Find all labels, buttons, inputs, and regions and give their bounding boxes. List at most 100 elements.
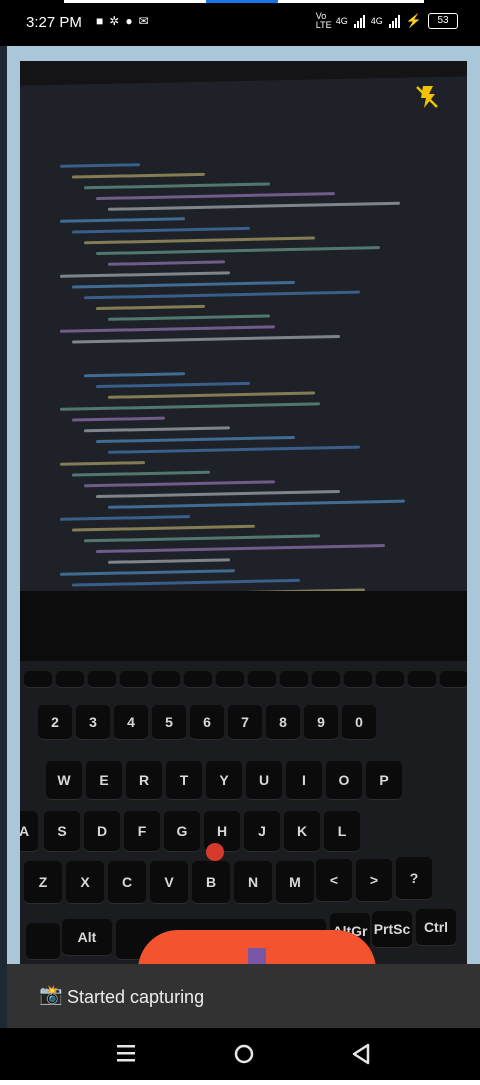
preview-code-line [60,271,230,278]
status-right-icons: Vo LTE 4G 4G ⚡ 53 [316,12,458,30]
preview-key: Z [24,861,62,903]
preview-code-line [72,470,210,477]
battery-icon: 53 [428,13,458,29]
network-label-2: 4G [370,16,383,26]
chat-icon: ● [125,14,139,28]
preview-key: M [276,861,314,903]
preview-key: F [124,811,160,851]
preview-key: PrtSc [372,911,412,947]
preview-code-line [108,314,270,321]
preview-fn-key [280,671,308,687]
preview-key: B [192,861,230,903]
preview-key: I [286,761,322,799]
preview-key: 0 [342,705,376,739]
preview-key: K [284,811,320,851]
camera-flash-icon: 📸 [39,985,63,1006]
preview-code-line [72,334,340,344]
preview-code-line [108,201,400,211]
preview-code-line [108,391,315,399]
preview-key: D [84,811,120,851]
app-edge [0,46,7,1028]
recents-button[interactable] [96,1028,156,1080]
back-button[interactable] [332,1028,392,1080]
preview-code-line [96,192,335,201]
preview-fn-key [120,671,148,687]
preview-code-line [84,236,315,245]
preview-key: < [316,859,352,901]
preview-trackpoint [206,843,224,861]
preview-key: > [356,859,392,901]
preview-key: R [126,761,162,799]
preview-key [26,923,60,959]
preview-code-line [84,182,270,190]
preview-code-line [60,325,275,333]
back-icon [352,1043,370,1065]
home-icon [234,1044,254,1064]
preview-fn-key [88,671,116,687]
video-camera-icon: ■ [96,14,110,28]
status-bar: 3:27 PM ■✲●✉ Vo LTE 4G 4G ⚡ 53 [0,0,480,46]
preview-code-line [108,260,225,266]
preview-key: 2 [38,705,72,739]
preview-code-line [60,515,190,521]
preview-key: C [108,861,146,903]
mail-icon: ✉ [138,14,155,28]
preview-laptop-screen [20,76,467,606]
preview-code-line [84,480,275,488]
preview-key: E [86,761,122,799]
preview-key: 6 [190,705,224,739]
preview-key: U [246,761,282,799]
status-indicator-line-active [206,0,278,3]
preview-fn-key [216,671,244,687]
preview-code-line [72,416,165,422]
status-time: 3:27 PM [26,14,82,31]
preview-code-line [72,172,205,179]
signal-icon [353,14,365,28]
preview-code-line [108,558,230,564]
preview-key: O [326,761,362,799]
preview-code-line [96,435,295,444]
preview-keyboard: 2 3 4 5 6 7 8 9 0 W E R T Y U I O P A S D F G H J K L Z X C V B N M < >? Alt… [20,661,467,965]
preview-key: X [66,861,104,903]
preview-code-line [84,372,185,378]
preview-key: Y [206,761,242,799]
preview-code-line [84,426,230,433]
preview-fn-key [440,671,467,687]
preview-key: A [20,811,38,851]
preview-code-line [84,290,360,300]
preview-code-line [96,304,205,311]
preview-fn-key [152,671,180,687]
preview-code-line [60,569,235,576]
preview-key: Alt [62,919,112,955]
preview-code-line [96,544,385,554]
status-indicator-line [64,0,206,3]
home-button[interactable] [214,1028,274,1080]
preview-fn-key [376,671,404,687]
charging-icon: ⚡ [405,13,422,28]
preview-code-line [84,534,320,543]
settings-icon: ✲ [109,14,126,28]
preview-fn-key [248,671,276,687]
volte-label: Vo LTE [315,11,332,30]
flash-off-icon[interactable] [413,83,441,111]
snackbar: 📸 Started capturing [7,964,480,1028]
preview-key: 8 [266,705,300,739]
preview-key: T [166,761,202,799]
camera-preview[interactable]: 2 3 4 5 6 7 8 9 0 W E R T Y U I O P A S D F G H J K L Z X C V B N M < >? Alt… [20,61,467,965]
recents-icon [117,1045,135,1062]
preview-key: 9 [304,705,338,739]
preview-key: W [46,761,82,799]
status-indicator-line [278,0,424,3]
preview-key: S [44,811,80,851]
network-label-1: 4G [335,16,348,26]
preview-fn-key [184,671,212,687]
notification-icons: ■✲●✉ [96,14,155,28]
preview-code-line [72,578,300,587]
preview-code-line [96,381,250,389]
preview-code-line [60,163,140,168]
navigation-bar [0,1028,480,1080]
preview-key: Ctrl [416,909,456,945]
preview-fn-key [408,671,436,687]
preview-key: P [366,761,402,799]
preview-key: L [324,811,360,851]
